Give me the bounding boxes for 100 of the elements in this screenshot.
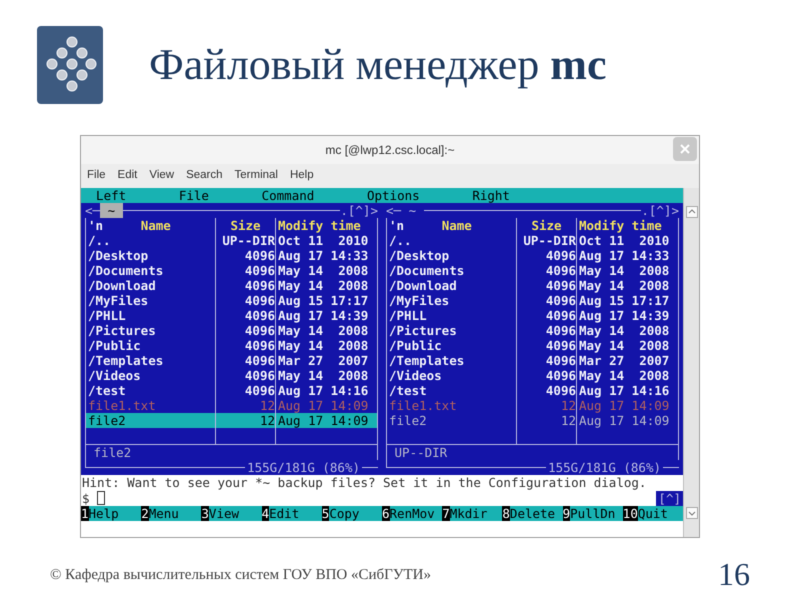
function-key[interactable]: 6RenMov <box>382 506 442 521</box>
menu-item[interactable]: File <box>178 188 209 203</box>
function-key[interactable]: 1Help <box>81 506 142 521</box>
function-key[interactable]: 5Copy <box>322 506 382 521</box>
disk-usage: 155G/181G (86%) <box>246 460 361 475</box>
file-name[interactable]: /Pictures <box>88 323 156 338</box>
modify-time: Aug 17 14:33 <box>278 248 368 263</box>
menu-item[interactable]: Left <box>96 188 126 203</box>
file-size: 4096 <box>244 338 275 353</box>
menu-item[interactable]: Edit <box>118 167 138 185</box>
close-icon <box>680 144 690 154</box>
selected-row[interactable]: file2 12 Aug 17 14:09 <box>86 413 377 428</box>
sort-indicator[interactable]: 'n <box>389 218 404 233</box>
file-size: UP--DIR <box>222 233 275 248</box>
modify-time: May 14 2008 <box>579 338 670 353</box>
column-header[interactable]: Modify time <box>579 218 662 233</box>
file-size: 4096 <box>546 383 576 398</box>
function-key[interactable]: 4Edit <box>262 506 322 521</box>
modify-time: Mar 27 2007 <box>579 353 670 368</box>
function-key[interactable]: 3View <box>201 506 262 521</box>
file-name[interactable]: file2 <box>389 413 427 428</box>
modify-time: Aug 17 14:09 <box>278 398 368 413</box>
file-name[interactable]: /Pictures <box>389 323 457 338</box>
file-name[interactable]: /PHLL <box>389 308 427 323</box>
file-name[interactable]: /MyFiles <box>389 293 450 308</box>
sort-indicator[interactable]: 'n <box>88 218 104 233</box>
function-key[interactable]: 7Mkdir <box>442 506 502 521</box>
modify-time: Aug 15 17:17 <box>278 293 368 308</box>
file-size: 12 <box>260 398 275 413</box>
file-name[interactable]: /Public <box>389 338 442 353</box>
window-title: mc [@lwp12.csc.local]:~ <box>325 142 455 159</box>
slide-title: Файловый менеджер mc <box>149 43 606 87</box>
function-key[interactable]: 10Quit <box>622 506 683 521</box>
column-header[interactable]: Name <box>442 218 472 233</box>
file-name[interactable]: /.. <box>389 233 412 248</box>
file-name[interactable]: /Documents <box>88 263 164 278</box>
file-size: 4096 <box>546 293 576 308</box>
function-key[interactable]: 9PullDn <box>562 506 623 521</box>
file-name[interactable]: /Public <box>88 338 141 353</box>
column-header[interactable]: Size <box>531 218 562 233</box>
menu-item[interactable]: Right <box>472 188 510 203</box>
modify-time: May 14 2008 <box>579 278 670 293</box>
modify-time: Aug 17 14:39 <box>278 308 368 323</box>
modify-time: Oct 11 2010 <box>278 233 368 248</box>
file-name[interactable]: /Download <box>389 278 457 293</box>
column-header[interactable]: Size <box>230 218 261 233</box>
file-size: 4096 <box>244 263 275 278</box>
file-name[interactable]: /PHLL <box>88 308 126 323</box>
modify-time: Aug 17 14:09 <box>579 398 670 413</box>
file-name[interactable]: /Desktop <box>88 248 148 263</box>
file-name[interactable]: /Documents <box>389 263 464 278</box>
modify-time: May 14 2008 <box>278 278 368 293</box>
file-size: 4096 <box>546 308 576 323</box>
disk-usage: 155G/181G (86%) <box>547 460 662 475</box>
scroll-up-icon[interactable] <box>686 206 698 218</box>
slide-footer: © Кафедра вычислительных систем ГОУ ВПО «СибГУТИ» <box>50 564 431 586</box>
file-size: 4096 <box>244 323 275 338</box>
menu-item[interactable]: File <box>87 167 106 185</box>
file-name[interactable]: /Videos <box>389 368 442 383</box>
modify-time: Aug 17 14:33 <box>579 248 670 263</box>
modify-time: May 14 2008 <box>278 338 368 353</box>
path-label[interactable]: ~ <box>100 203 123 218</box>
cursor <box>97 491 106 505</box>
function-key[interactable]: 2Menu <box>141 506 202 521</box>
menu-item[interactable]: Search <box>186 167 223 185</box>
file-name[interactable]: /Download <box>88 278 156 293</box>
menu-item[interactable]: Help <box>290 167 314 185</box>
file-name[interactable]: /MyFiles <box>88 293 148 308</box>
panel-marker: <─ <box>386 203 402 218</box>
file-size: 4096 <box>546 368 576 383</box>
file-size: 4096 <box>546 338 576 353</box>
menu-item[interactable]: Options <box>366 188 420 203</box>
menu-item[interactable]: Terminal <box>234 167 278 185</box>
menu-item[interactable]: Command <box>262 188 314 203</box>
menu-item[interactable]: View <box>149 167 174 185</box>
path-label[interactable]: ~ <box>401 203 424 218</box>
column-header[interactable]: Modify time <box>278 218 361 233</box>
scroll-down-icon[interactable] <box>686 507 698 519</box>
file-name[interactable]: /Videos <box>88 368 141 383</box>
file-name[interactable]: /.. <box>88 233 111 248</box>
shell-prompt: $ <box>82 490 90 506</box>
file-name[interactable]: file2 <box>88 413 126 428</box>
file-size: 4096 <box>244 308 275 323</box>
panel-marker[interactable]: .[^]> <box>340 203 378 218</box>
file-size: 4096 <box>244 353 275 368</box>
file-size: 4096 <box>244 368 275 383</box>
panel-marker[interactable]: [^] <box>656 490 683 506</box>
scrollbar[interactable] <box>683 188 699 537</box>
panel-marker[interactable]: .[^]> <box>641 203 679 218</box>
file-name[interactable]: /Desktop <box>389 248 450 263</box>
column-header[interactable]: Name <box>140 218 171 233</box>
mini-status: UP--DIR <box>394 445 448 460</box>
file-size: UP--DIR <box>523 233 576 248</box>
function-key[interactable]: 8Delete <box>502 506 563 521</box>
modify-time: May 14 2008 <box>579 263 670 278</box>
file-name[interactable]: /Templates <box>88 353 164 368</box>
file-name[interactable]: /test <box>389 383 427 398</box>
file-name[interactable]: /Templates <box>389 353 464 368</box>
file-name[interactable]: /test <box>88 383 126 398</box>
file-size: 12 <box>560 413 576 428</box>
